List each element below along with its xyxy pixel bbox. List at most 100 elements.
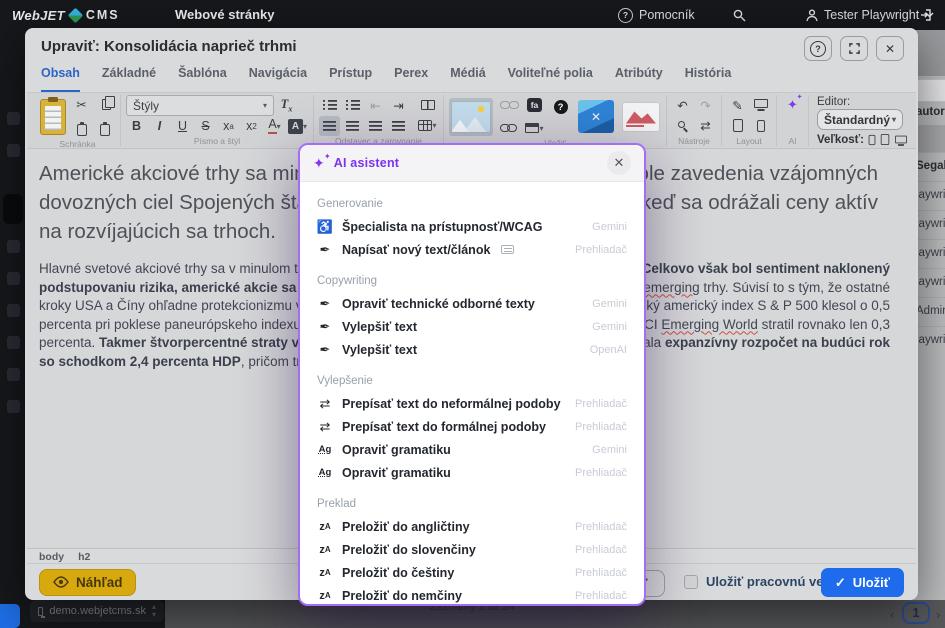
fontawesome-button[interactable]: fa <box>524 95 545 115</box>
superscript-button[interactable]: x2 <box>241 116 262 136</box>
italic-button[interactable]: I <box>149 116 170 136</box>
ai-action-pecialista-na-pr-stupnos-wcag[interactable]: ♿Špecialista na prístupnosť/WCAGGemini <box>317 215 627 238</box>
phone-preview-button[interactable] <box>750 116 771 136</box>
ai-action-vylep-i-text[interactable]: ✒Vylepšiť textGemini <box>317 315 627 338</box>
tab-atrib-ty[interactable]: Atribúty <box>615 66 663 92</box>
paste-plain-button[interactable] <box>71 120 92 140</box>
replace-button[interactable]: ⇄ <box>695 116 716 136</box>
ai-action-opravi-gramatiku[interactable]: AgOpraviť gramatikuPrehliadač <box>317 461 627 484</box>
table-row[interactable]: laywrig <box>916 334 945 346</box>
pagination-page-1[interactable]: 1 <box>902 602 930 624</box>
tablet-preview-button[interactable] <box>727 116 748 136</box>
sidebar-item-icon[interactable] <box>7 272 20 285</box>
pagination-next[interactable]: › <box>936 607 940 622</box>
tab-abl-na[interactable]: Šablóna <box>178 66 227 92</box>
ai-action-opravi-gramatiku[interactable]: AgOpraviť gramatikuGemini <box>317 438 627 461</box>
align-center-button[interactable] <box>342 116 363 136</box>
tab-m-di[interactable]: Médiá <box>450 66 485 92</box>
underline-button[interactable]: U <box>172 116 193 136</box>
tab-perex[interactable]: Perex <box>394 66 428 92</box>
undo-button[interactable]: ↶ <box>672 95 693 115</box>
tab-volite-n-polia[interactable]: Voliteľné polia <box>508 66 593 92</box>
ai-action-vylep-i-text[interactable]: ✒Vylepšiť textOpenAI <box>317 338 627 361</box>
tab-z-kladn[interactable]: Základné <box>102 66 156 92</box>
ai-action-prelo-i-do-e-tiny[interactable]: zAPreložiť do češtinyPrehliadač <box>317 561 627 584</box>
ai-action-prep-sa-text-do-neform-lnej-podoby[interactable]: ⇄Prepísať text do neformálnej podobyPreh… <box>317 392 627 415</box>
numbered-list-button[interactable] <box>342 95 363 115</box>
link-button[interactable] <box>498 118 519 138</box>
unlink-button[interactable] <box>498 95 519 115</box>
bg-color-button[interactable]: A▾ <box>287 116 308 136</box>
indent-button[interactable]: ⇥ <box>388 95 409 115</box>
modal-fullscreen-button[interactable] <box>840 36 868 61</box>
special-char-button[interactable]: ? <box>550 97 571 117</box>
ai-action-prelo-i-do-nem-iny[interactable]: zAPreložiť do nemčinyPrehliadač <box>317 584 627 604</box>
ai-action-prelo-i-do-sloven-iny[interactable]: zAPreložiť do slovenčinyPrehliadač <box>317 538 627 561</box>
modal-close-button[interactable]: ✕ <box>876 36 904 61</box>
text-color-button[interactable]: A▾ <box>264 116 285 136</box>
tab-navig-cia[interactable]: Navigácia <box>249 66 307 92</box>
bullet-list-button[interactable] <box>319 95 340 115</box>
sidebar-item-icon[interactable] <box>7 400 20 413</box>
webjet-cms-logo[interactable]: WebJET CMS <box>12 0 120 30</box>
webjet-apps-button[interactable]: ✕ <box>576 98 616 136</box>
sidebar-item-icon[interactable] <box>7 112 20 125</box>
ai-assistant-button[interactable]: ✦ <box>782 95 803 115</box>
styles-dropdown[interactable]: Štýly ▾ <box>126 95 274 116</box>
ai-action-prep-sa-text-do-form-lnej-podoby[interactable]: ⇄Prepísať text do formálnej podobyPrehli… <box>317 415 627 438</box>
tablet-size-icon[interactable] <box>881 134 890 145</box>
table-row[interactable]: laywrig <box>916 247 945 259</box>
ai-action-nap-sa-nov-text-l-nok[interactable]: ✒Napísať nový text/článokPrehliadač <box>317 238 627 261</box>
ai-action-opravi-technick-odborn-texty[interactable]: ✒Opraviť technické odborné textyGemini <box>317 292 627 315</box>
outdent-button[interactable]: ⇤ <box>365 95 386 115</box>
copy-button[interactable] <box>94 95 115 115</box>
sidebar-footer-button[interactable] <box>0 604 20 628</box>
iframe-button[interactable]: ▾ <box>524 118 545 138</box>
find-button[interactable] <box>672 116 693 136</box>
ai-action-prelo-i-do-angli-tiny[interactable]: zAPreložiť do angličtinyPrehliadač <box>317 515 627 538</box>
strikethrough-button[interactable]: S <box>195 116 216 136</box>
pagination-prev[interactable]: ‹ <box>890 607 894 622</box>
sidebar-item-icon[interactable] <box>7 144 20 157</box>
subscript-button[interactable]: xa <box>218 116 239 136</box>
blockquote-button[interactable] <box>417 95 438 115</box>
sidebar-item-icon[interactable] <box>7 304 20 317</box>
tab-obsah[interactable]: Obsah <box>41 66 80 92</box>
table-row[interactable]: laywrig <box>916 189 945 201</box>
help-menu[interactable]: ? Pomocník <box>618 0 695 30</box>
justify-button[interactable] <box>388 116 409 136</box>
preview-button[interactable]: Náhľad <box>39 569 136 596</box>
editor-type-select[interactable]: Štandardný ▾ <box>817 109 903 130</box>
tab-hist-ria[interactable]: História <box>685 66 732 92</box>
redo-button[interactable]: ↷ <box>695 95 716 115</box>
bold-button[interactable]: B <box>126 116 147 136</box>
paste-button[interactable] <box>40 97 66 137</box>
sidebar-item-icon[interactable] <box>7 368 20 381</box>
cut-button[interactable]: ✂ <box>71 95 92 115</box>
domain-selector[interactable]: demo.webjetcms.sk ▴▾ <box>30 600 164 622</box>
insert-media-button[interactable] <box>621 98 661 136</box>
user-menu[interactable]: Tester Playwright <box>806 0 934 30</box>
sidebar-active-item[interactable] <box>3 194 23 224</box>
desktop-preview-button[interactable] <box>750 95 771 115</box>
align-left-button[interactable] <box>319 116 340 136</box>
table-row[interactable]: Segal-W <box>916 160 945 172</box>
sidebar-item-icon[interactable] <box>7 336 20 349</box>
align-right-button[interactable] <box>365 116 386 136</box>
tab-pr-stup[interactable]: Prístup <box>329 66 372 92</box>
modal-help-button[interactable]: ? <box>804 36 832 61</box>
global-search-button[interactable] <box>733 0 746 30</box>
table-button[interactable]: ▾ <box>417 116 438 136</box>
remove-format-button[interactable]: Tx <box>276 96 297 116</box>
monitor-size-icon[interactable] <box>895 136 907 144</box>
phone-size-icon[interactable] <box>869 134 876 144</box>
working-copy-checkbox[interactable] <box>684 575 698 589</box>
logout-button[interactable] <box>920 0 934 30</box>
table-row[interactable]: laywrig <box>916 276 945 288</box>
source-edit-button[interactable]: ✎ <box>727 95 748 115</box>
path-body[interactable]: body <box>39 551 64 563</box>
sidebar-item-icon[interactable] <box>7 240 20 253</box>
save-button[interactable]: ✓ Uložiť <box>821 568 904 597</box>
paste-word-button[interactable] <box>94 120 115 140</box>
ai-close-button[interactable]: ✕ <box>607 151 631 175</box>
